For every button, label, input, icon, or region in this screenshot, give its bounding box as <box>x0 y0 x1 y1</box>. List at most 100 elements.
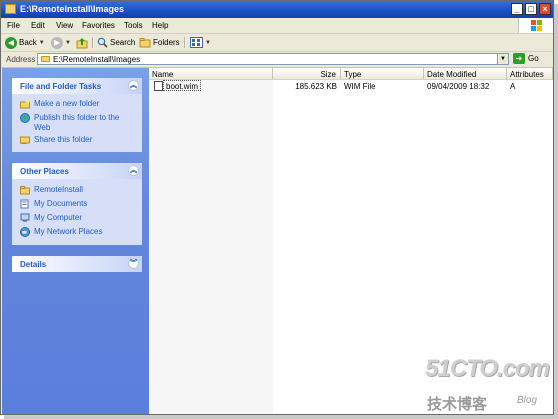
documents-icon <box>20 199 29 209</box>
file-icon <box>154 81 163 91</box>
panel-body: RemoteInstall My Documents My Computer M… <box>12 179 142 245</box>
chevron-down-icon: ▼ <box>205 39 211 46</box>
title-bar[interactable]: E:\RemoteInstall\Images _ □ × <box>1 1 553 18</box>
column-header-size[interactable]: Size <box>273 68 341 80</box>
file-date-modified: 09/04/2009 18:32 <box>427 82 490 91</box>
chevron-down-icon: ▼ <box>65 39 71 46</box>
menu-bar: File Edit View Favorites Tools Help <box>1 18 553 34</box>
go-arrow-icon: ➜ <box>513 53 525 64</box>
collapse-chevron-icon[interactable]: ︽ <box>128 165 139 176</box>
menu-file[interactable]: File <box>7 21 20 30</box>
column-header-type[interactable]: Type <box>341 68 424 80</box>
expand-chevron-icon[interactable]: ︾ <box>128 258 139 269</box>
task-pane: File and Folder Tasks ︽ Make a new folde… <box>2 68 149 414</box>
back-arrow-icon: ◀ <box>5 36 17 49</box>
column-header-label: Name <box>152 70 174 79</box>
column-header-attributes[interactable]: Attributes <box>507 68 553 80</box>
place-label: My Computer <box>34 213 83 222</box>
panel-title: Details <box>20 260 47 269</box>
network-icon <box>20 227 30 237</box>
go-button[interactable]: ➜ Go <box>513 53 539 64</box>
folders-label: Folders <box>153 38 180 47</box>
column-header-label: Date Modified <box>427 70 477 79</box>
task-label: Make a new folder <box>34 99 100 108</box>
sorted-column-highlight <box>149 80 273 414</box>
watermark: 51CTO.com 技术博客 Blog <box>425 355 553 414</box>
panel-title: Other Places <box>20 167 69 176</box>
address-dropdown-button[interactable]: ▼ <box>497 54 508 64</box>
address-value: E:\RemoteInstall\Images <box>53 55 141 64</box>
share-folder-icon <box>20 136 30 144</box>
minimize-button[interactable]: _ <box>511 3 523 15</box>
search-label: Search <box>110 38 136 47</box>
forward-arrow-icon: ▶ <box>51 36 63 49</box>
folder-icon <box>5 4 16 14</box>
toolbar: ◀ Back ▼ ▶ ▼ Search Folders ▼ <box>1 34 553 52</box>
close-button[interactable]: × <box>539 3 551 15</box>
search-button[interactable]: Search <box>97 35 135 50</box>
chevron-down-icon: ▼ <box>38 39 45 46</box>
back-button[interactable]: ◀ Back ▼ <box>5 35 45 50</box>
menu-tools[interactable]: Tools <box>124 21 143 30</box>
watermark-blog: Blog <box>517 395 538 406</box>
task-publish-folder[interactable]: Publish this folder to the Web <box>20 113 134 133</box>
panel-title: File and Folder Tasks <box>20 82 102 91</box>
address-label: Address <box>6 55 36 64</box>
place-my-computer[interactable]: My Computer <box>20 213 134 223</box>
address-input[interactable]: E:\RemoteInstall\Images ▼ <box>37 53 509 65</box>
folder-icon <box>41 56 50 62</box>
panel-header[interactable]: Other Places ︽ <box>12 163 142 179</box>
windows-logo-icon <box>518 18 553 33</box>
task-label: Publish this folder to the Web <box>34 113 120 132</box>
collapse-chevron-icon[interactable]: ︽ <box>128 80 139 91</box>
address-bar: Address E:\RemoteInstall\Images ▼ ➜ Go <box>1 52 553 68</box>
panel-header[interactable]: Details ︾ <box>12 256 142 272</box>
toolbar-separator <box>92 37 94 48</box>
explorer-window: E:\RemoteInstall\Images _ □ × File Edit … <box>0 0 554 415</box>
column-header-name[interactable]: Name <box>149 68 273 80</box>
forward-button[interactable]: ▶ ▼ <box>51 35 71 50</box>
computer-icon <box>20 213 30 222</box>
task-make-new-folder[interactable]: Make a new folder <box>20 99 134 109</box>
views-button[interactable]: ▼ <box>190 35 211 50</box>
globe-icon <box>20 113 30 123</box>
up-folder-button[interactable] <box>76 35 88 50</box>
menu-view[interactable]: View <box>56 21 73 30</box>
file-type: WIM File <box>344 82 376 91</box>
maximize-button[interactable]: □ <box>525 3 537 15</box>
views-icon <box>190 37 203 48</box>
file-folder-tasks-panel: File and Folder Tasks ︽ Make a new folde… <box>12 78 142 152</box>
task-label: Share this folder <box>34 135 93 144</box>
watermark-chinese: 技术博客 <box>427 396 488 413</box>
window-shadow <box>554 4 558 419</box>
panel-header[interactable]: File and Folder Tasks ︽ <box>12 78 142 94</box>
menu-edit[interactable]: Edit <box>31 21 45 30</box>
place-label: My Network Places <box>34 227 103 236</box>
details-panel: Details ︾ <box>12 256 142 272</box>
place-my-documents[interactable]: My Documents <box>20 199 134 209</box>
watermark-brand: 51CTO.com <box>425 355 550 382</box>
other-places-panel: Other Places ︽ RemoteInstall My Document… <box>12 163 142 245</box>
window-title: E:\RemoteInstall\Images <box>20 4 125 14</box>
file-name[interactable]: boot.wim <box>163 80 202 91</box>
place-label: RemoteInstall <box>34 185 83 194</box>
window-shadow <box>4 415 558 419</box>
column-header-label: Type <box>344 70 362 79</box>
column-header-date-modified[interactable]: Date Modified <box>424 68 507 80</box>
place-remoteinstall[interactable]: RemoteInstall <box>20 185 134 195</box>
file-size: 185.623 KB <box>295 82 337 91</box>
menu-help[interactable]: Help <box>152 21 168 30</box>
new-folder-icon <box>20 99 30 109</box>
back-label: Back <box>19 38 37 47</box>
place-my-network-places[interactable]: My Network Places <box>20 227 134 237</box>
folders-icon <box>139 38 151 48</box>
file-attributes: A <box>510 82 516 91</box>
menu-favorites[interactable]: Favorites <box>82 21 115 30</box>
go-label: Go <box>528 54 539 63</box>
folders-button[interactable]: Folders <box>139 35 180 50</box>
panel-body: Make a new folder Publish this folder to… <box>12 94 142 152</box>
column-header-label: Size <box>320 70 336 79</box>
task-share-folder[interactable]: Share this folder <box>20 135 134 145</box>
column-header-label: Attributes <box>510 70 544 79</box>
place-label: My Documents <box>34 199 88 208</box>
